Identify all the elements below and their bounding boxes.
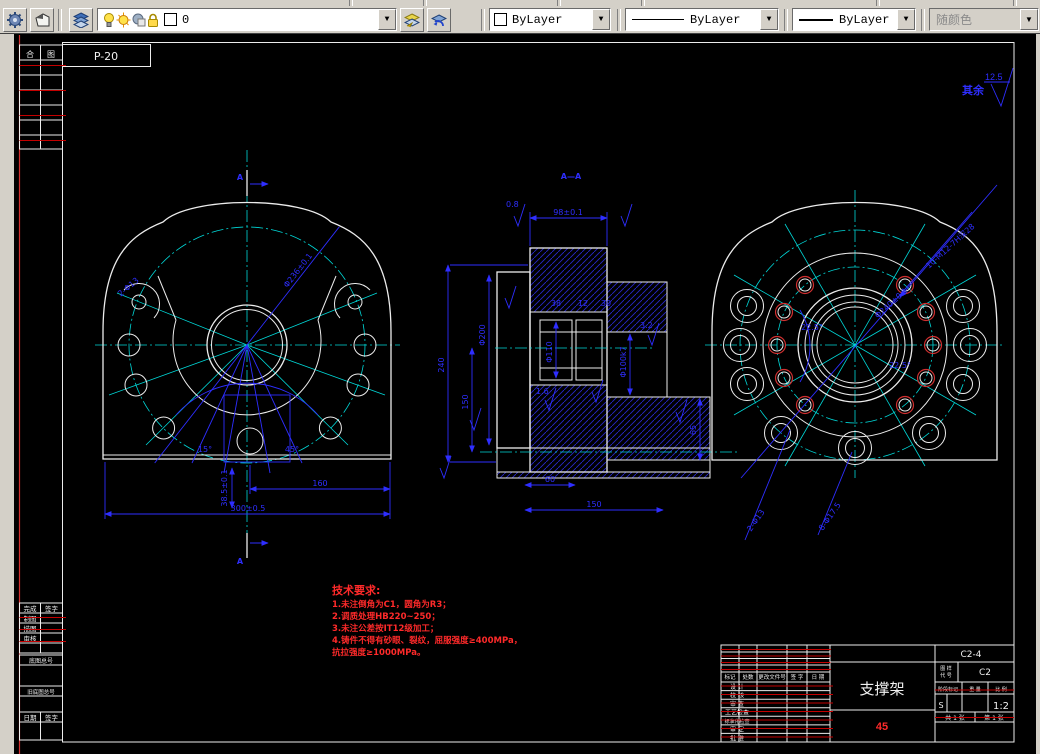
gear-icon — [7, 11, 23, 28]
lock-icon[interactable] — [146, 12, 160, 28]
layers-icon — [73, 11, 89, 28]
lineweight-combo-dropdown-arrow[interactable]: ▼ — [897, 9, 915, 30]
plot-style-value: 随颜色 — [936, 13, 973, 27]
model-space-canvas[interactable] — [14, 34, 1036, 754]
current-color-swatch — [494, 13, 507, 26]
toolbar-separator — [481, 8, 485, 31]
layer-color-swatch — [164, 13, 177, 26]
layer-states-icon — [404, 12, 420, 28]
layers-properties-toolbar: 0 ▼ ByLayer ▼ ByLayer ▼ ByLayer ▼ 随颜色 ▼ — [0, 6, 1040, 34]
toolbar-separator — [784, 8, 788, 31]
lineweight-value: ByLayer — [839, 12, 890, 27]
workspace-gear-button[interactable] — [3, 7, 27, 32]
layer-combo-dropdown-arrow[interactable]: ▼ — [378, 9, 396, 30]
color-combo[interactable]: ByLayer ▼ — [489, 8, 611, 31]
freeze-sun-icon[interactable] — [116, 12, 131, 28]
lineweight-combo[interactable]: ByLayer ▼ — [792, 8, 916, 31]
toolbar-separator — [58, 8, 62, 31]
color-value: ByLayer — [512, 12, 563, 27]
layer-previous-icon — [431, 12, 447, 28]
toolbar-separator — [617, 8, 621, 31]
layer-states-button[interactable] — [400, 7, 424, 32]
viewport-freeze-icon[interactable] — [131, 12, 146, 28]
cad-application-window: 0 ▼ ByLayer ▼ ByLayer ▼ ByLayer ▼ 随颜色 ▼ … — [0, 0, 1040, 754]
linetype-sample — [632, 19, 684, 20]
linetype-combo-dropdown-arrow[interactable]: ▼ — [760, 9, 778, 30]
lightbulb-icon[interactable] — [102, 12, 116, 28]
linetype-value: ByLayer — [690, 12, 741, 27]
toolbar-separator — [921, 8, 925, 31]
plot-style-dropdown-arrow: ▼ — [1020, 9, 1038, 30]
color-combo-dropdown-arrow[interactable]: ▼ — [592, 9, 610, 30]
sheet-arrow-icon — [34, 12, 50, 28]
linetype-combo[interactable]: ByLayer ▼ — [625, 8, 779, 31]
make-object-layer-current-button[interactable] — [30, 7, 54, 32]
layer-combo[interactable]: 0 ▼ — [97, 8, 397, 31]
layer-name-value: 0 — [182, 12, 190, 27]
layer-previous-button[interactable] — [427, 7, 451, 32]
layer-properties-manager-button[interactable] — [69, 7, 93, 32]
lineweight-sample — [799, 18, 833, 21]
plot-style-combo: 随颜色 ▼ — [929, 8, 1039, 31]
